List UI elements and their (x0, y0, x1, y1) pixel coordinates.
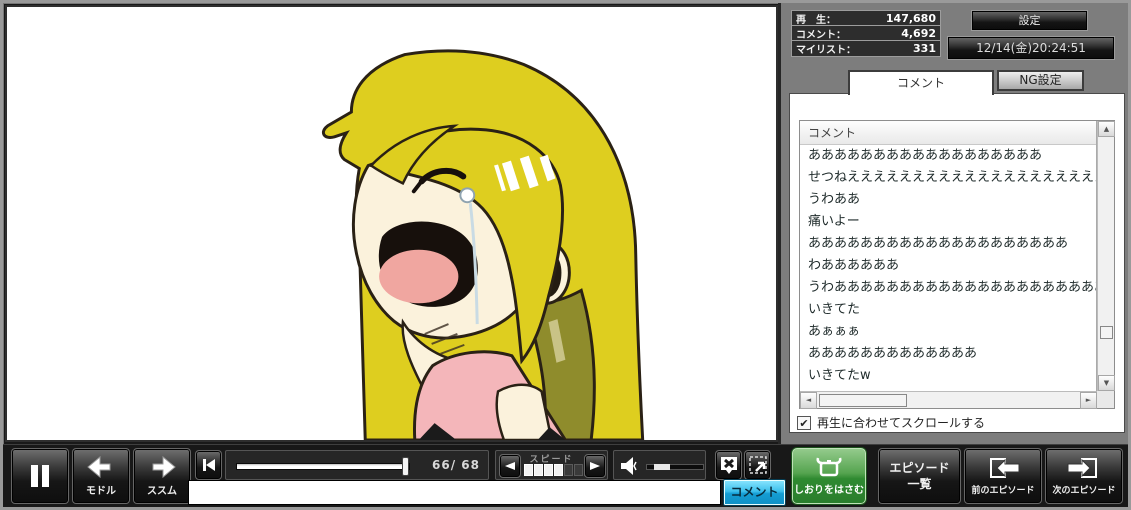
post-comment-button[interactable]: コメント (723, 479, 786, 506)
speaker-icon (620, 456, 642, 476)
info-panel: 再 生： 147,680 コメント： 4,692 マイリスト： 331 設定 1… (778, 3, 1128, 444)
comment-panel: コメント ああああああああああああああああああ せつねえええええええええええええ… (789, 93, 1125, 433)
skip-start-icon (202, 459, 216, 471)
comment-row[interactable]: せつねえええええええええええええええええええええええ (800, 167, 1096, 189)
pause-button[interactable] (11, 448, 69, 504)
scrollbar-corner (1097, 391, 1114, 408)
comment-input[interactable] (326, 480, 721, 505)
episode-list-button[interactable]: エピソード 一覧 (878, 448, 961, 504)
stats-box: 再 生： 147,680 コメント： 4,692 マイリスト： 331 (791, 10, 941, 57)
command-input[interactable] (188, 480, 327, 505)
speed-up-icon (589, 461, 601, 471)
control-bar: モドル ススム 66/ 68 スピード (3, 444, 1128, 507)
comment-row[interactable]: いきてたw (800, 365, 1096, 387)
comment-row[interactable]: あぁぁぁ (800, 321, 1096, 343)
step-back-label: モドル (86, 482, 116, 497)
mylist-label: マイリスト： (796, 41, 856, 56)
speed-down-icon (504, 461, 516, 471)
comments-value: 4,692 (901, 27, 936, 40)
fullscreen-button[interactable] (744, 450, 771, 480)
next-episode-label: 次のエピソード (1052, 483, 1115, 496)
comment-row[interactable]: わああああああ (800, 255, 1096, 277)
comment-row[interactable]: ああああああああああああああああああ (800, 145, 1096, 167)
episode-list-label-1: エピソード (889, 461, 949, 475)
skip-to-start-button[interactable] (195, 450, 222, 480)
volume-control (613, 450, 706, 480)
prev-episode-label: 前のエピソード (971, 483, 1034, 496)
scroll-down-icon[interactable]: ▼ (1098, 375, 1115, 391)
hide-comments-button[interactable] (715, 450, 742, 480)
horizontal-scrollbar[interactable]: ◄ ► (800, 391, 1097, 408)
comment-row[interactable]: いきてた (800, 299, 1096, 321)
seek-handle[interactable] (402, 457, 409, 476)
autoscroll-checkbox[interactable]: ✔ (797, 416, 811, 430)
vertical-scroll-thumb[interactable] (1100, 326, 1113, 339)
comment-row[interactable]: 痛いよー (800, 211, 1096, 233)
tab-comment[interactable]: コメント (848, 70, 994, 95)
frame-counter: 66/ 68 (432, 458, 480, 472)
arrow-right-icon (147, 455, 177, 479)
horizontal-scroll-thumb[interactable] (819, 394, 907, 407)
settings-button[interactable]: 設定 (971, 10, 1088, 31)
volume-thumb[interactable] (654, 464, 670, 470)
comment-row[interactable]: うわああああああああああああああああああああああああ (800, 277, 1096, 299)
pause-icon (27, 463, 53, 489)
bookmark-label: しおりをはさむ (794, 481, 864, 496)
autoscroll-label: 再生に合わせてスクロールする (817, 414, 985, 431)
scroll-right-icon[interactable]: ► (1080, 392, 1097, 409)
next-episode-button[interactable]: 次のエピソード (1045, 448, 1123, 504)
scroll-up-icon[interactable]: ▲ (1098, 121, 1115, 137)
tv-bookmark-icon (814, 457, 844, 479)
anime-character-frame (7, 7, 776, 440)
comment-row[interactable]: うわああ (800, 189, 1096, 211)
comments-label: コメント： (796, 26, 846, 41)
step-back-button[interactable]: モドル (72, 448, 130, 504)
plays-label: 再 生： (796, 11, 836, 26)
tab-ng-settings[interactable]: NG設定 (997, 70, 1084, 91)
arrow-left-icon (86, 455, 116, 479)
prev-episode-button[interactable]: 前のエピソード (964, 448, 1042, 504)
stats-row-comments: コメント： 4,692 (792, 26, 940, 41)
comment-list-body[interactable]: コメント ああああああああああああああああああ せつねえええええええええええええ… (800, 121, 1097, 391)
mylist-value: 331 (913, 42, 936, 55)
comment-row[interactable]: あああああああああああああ (800, 343, 1096, 365)
comment-list-header: コメント (800, 121, 1096, 145)
comment-row[interactable]: ああああああああああああああああああああ (800, 233, 1096, 255)
expand-icon (748, 455, 768, 475)
player-window: 再 生： 147,680 コメント： 4,692 マイリスト： 331 設定 1… (0, 0, 1131, 510)
next-episode-icon (1066, 457, 1102, 481)
autoscroll-option: ✔ 再生に合わせてスクロールする (797, 414, 985, 431)
speed-down-button[interactable] (499, 454, 521, 478)
video-screen[interactable] (5, 5, 778, 442)
episode-list-label-2: 一覧 (907, 477, 931, 491)
mouth-inner (379, 250, 458, 304)
plays-value: 147,680 (886, 12, 936, 25)
vertical-scrollbar[interactable]: ▲ ▼ (1097, 121, 1114, 391)
stats-row-plays: 再 生： 147,680 (792, 11, 940, 26)
seek-bar[interactable]: 66/ 68 (225, 450, 489, 480)
comment-off-icon (719, 455, 739, 475)
comment-list: コメント ああああああああああああああああああ せつねえええええええええええええ… (799, 120, 1115, 409)
step-forward-label: ススム (147, 482, 177, 497)
volume-track[interactable] (646, 464, 704, 470)
stats-row-mylist: マイリスト： 331 (792, 41, 940, 56)
seek-track[interactable] (236, 463, 410, 470)
speed-up-button[interactable] (584, 454, 606, 478)
datetime-display: 12/14(金)20:24:51 (947, 36, 1115, 60)
step-forward-button[interactable]: ススム (133, 448, 191, 504)
speed-control: スピード (495, 450, 608, 480)
scroll-left-icon[interactable]: ◄ (800, 392, 817, 409)
tear (460, 188, 474, 202)
prev-episode-icon (985, 457, 1021, 481)
bookmark-button[interactable]: しおりをはさむ (791, 447, 867, 505)
